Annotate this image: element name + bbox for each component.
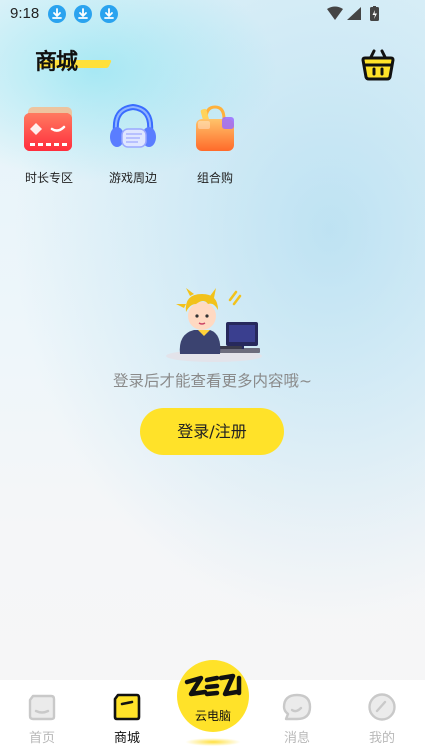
game-merch-icon (110, 103, 156, 148)
nav-label: 首页 (28, 731, 55, 746)
login-register-button[interactable]: 登录/注册 (140, 408, 284, 455)
category-label: 游戏周边 (108, 171, 157, 185)
nav-label: 消息 (283, 731, 310, 746)
page-title-wrap: 商城 (30, 44, 112, 75)
system-status-icons (327, 6, 379, 21)
download-icon (48, 5, 66, 23)
nav-label: 商城 (113, 731, 140, 746)
login-illustration (166, 288, 262, 362)
download-icon (74, 5, 92, 23)
profile-icon (368, 693, 396, 721)
cloud-pc-icon (184, 673, 242, 697)
mall-icon (113, 693, 141, 721)
status-time: 9:18 (10, 5, 40, 22)
nav-item-mall[interactable]: 商城 (97, 680, 157, 750)
category-label: 组合购 (196, 171, 233, 185)
combo-bag-icon (196, 105, 234, 151)
nav-item-messages[interactable]: 消息 (267, 680, 327, 750)
category-label: 时长专区 (24, 171, 73, 185)
empty-state-message: 登录后才能查看更多内容哦~ (113, 372, 312, 390)
center-glow (185, 738, 241, 746)
home-icon (28, 694, 56, 721)
nav-label: 我的 (368, 731, 395, 746)
category-time-zone[interactable]: 时长专区 (12, 103, 82, 188)
cart-icon[interactable] (359, 47, 397, 83)
nav-label: 云电脑 (194, 709, 231, 723)
page-title: 商城 (35, 50, 78, 75)
download-icon (100, 5, 118, 23)
time-card-icon (24, 107, 72, 151)
nav-item-cloud-pc[interactable]: 云电脑 (177, 660, 249, 732)
category-game-merch[interactable]: 游戏周边 (96, 103, 166, 188)
message-icon (282, 693, 312, 721)
nav-item-profile[interactable]: 我的 (352, 680, 412, 750)
category-combo[interactable]: 组合购 (178, 103, 248, 188)
nav-item-home[interactable]: 首页 (12, 680, 72, 750)
status-bar: 9:18 (0, 0, 425, 30)
